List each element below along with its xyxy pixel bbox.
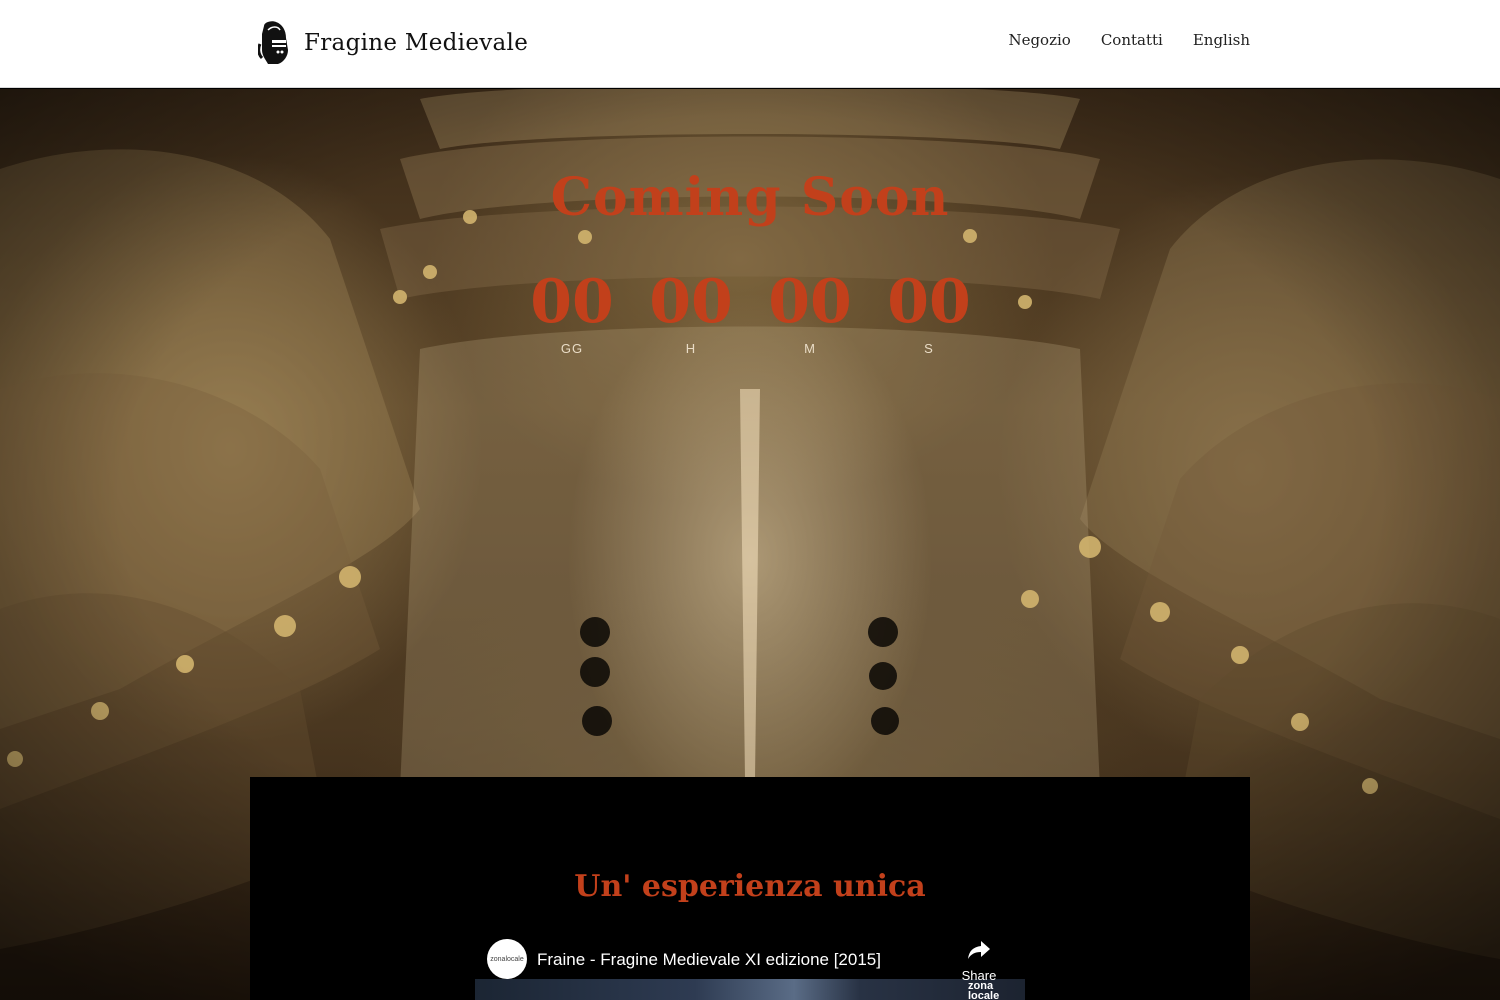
main-nav: Negozio Contatti English <box>1008 31 1250 49</box>
countdown-minutes-label: M <box>804 341 816 356</box>
coming-soon-title: Coming Soon <box>550 167 950 228</box>
countdown-days-label: GG <box>560 341 584 356</box>
knight-helmet-icon <box>258 21 288 64</box>
site-header: Fragine Medievale Negozio Contatti Engli… <box>0 0 1500 88</box>
channel-avatar[interactable]: zonalocale <box>487 939 527 979</box>
share-icon <box>968 941 990 959</box>
share-button[interactable]: Share <box>959 939 999 983</box>
countdown-hours-label: H <box>685 341 697 356</box>
watermark-line-2: locale <box>968 990 1000 1000</box>
countdown-hours: 00 H <box>632 267 750 356</box>
site-name[interactable]: Fragine Medievale <box>304 30 528 56</box>
countdown-days-value: 00 <box>530 267 614 337</box>
countdown-seconds: 00 S <box>870 267 988 356</box>
zona-locale-watermark: zona locale <box>968 981 1020 1000</box>
experience-panel: Un' esperienza unica zonalocale Fraine -… <box>250 777 1250 1000</box>
experience-title: Un' esperienza unica <box>574 869 926 904</box>
countdown-seconds-label: S <box>924 341 934 356</box>
site-logo[interactable]: Fragine Medievale <box>258 20 528 66</box>
countdown-timer: 00 GG 00 H 00 M 00 S <box>513 267 988 356</box>
video-thumbnail[interactable] <box>475 979 1025 1000</box>
countdown-minutes-value: 00 <box>768 267 852 337</box>
channel-avatar-text: zonalocale <box>490 955 524 963</box>
video-title[interactable]: Fraine - Fragine Medievale XI edizione [… <box>537 950 881 970</box>
countdown-minutes: 00 M <box>751 267 869 356</box>
nav-link-english[interactable]: English <box>1193 31 1250 49</box>
countdown-seconds-value: 00 <box>887 267 971 337</box>
countdown-days: 00 GG <box>513 267 631 356</box>
countdown-hours-value: 00 <box>649 267 733 337</box>
nav-link-negozio[interactable]: Negozio <box>1008 31 1070 49</box>
video-embed[interactable]: zonalocale Fraine - Fragine Medievale XI… <box>475 929 1025 1000</box>
hero-section: Coming Soon 00 GG 00 H 00 M 00 S Un' esp… <box>0 89 1500 1000</box>
nav-link-contatti[interactable]: Contatti <box>1101 31 1163 49</box>
